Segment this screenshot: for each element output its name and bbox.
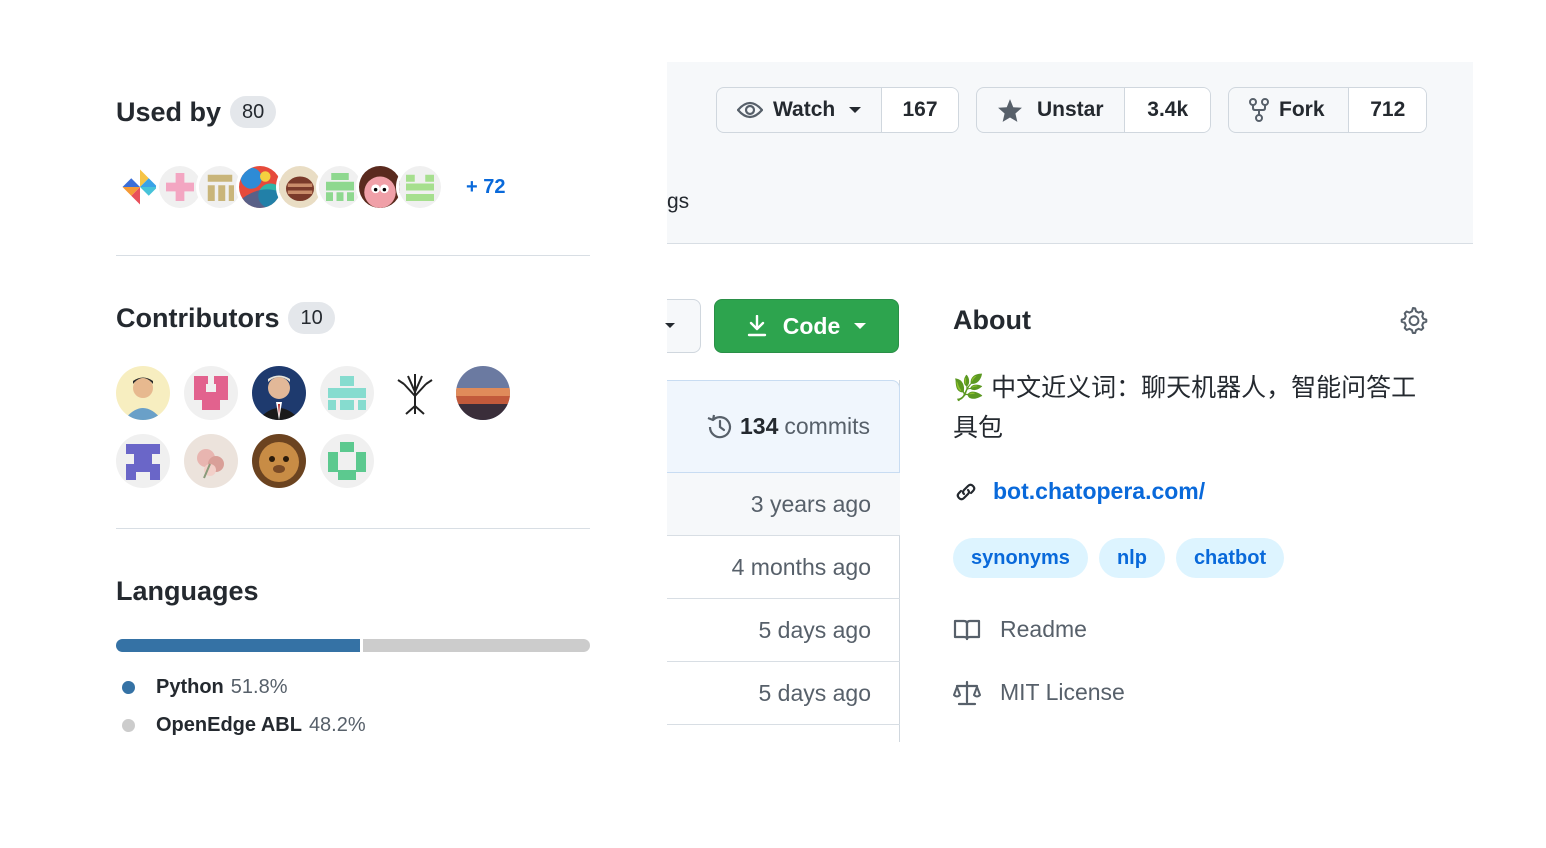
used-by-count: 80: [230, 96, 277, 128]
file-row: 4 months ago: [667, 536, 900, 599]
contributor-tree[interactable]: [388, 366, 442, 420]
book-icon: [953, 618, 981, 642]
used-by-avatars: + 72: [116, 163, 505, 211]
unstar-label: Unstar: [1037, 98, 1104, 121]
language-list: Python 51.8% OpenEdge ABL 48.2%: [122, 668, 366, 744]
topic-tag[interactable]: nlp: [1098, 538, 1165, 578]
used-avatar-green-bars[interactable]: [396, 163, 444, 211]
license-label: MIT License: [1000, 679, 1125, 705]
topic-tag[interactable]: synonyms: [953, 538, 1088, 578]
chevron-down-icon: [665, 323, 675, 328]
language-name: Python: [156, 675, 224, 698]
star-icon: [997, 98, 1023, 123]
repo-description: 🌿 中文近义词：聊天机器人，智能问答工具包: [953, 374, 1417, 442]
fork-count[interactable]: 712: [1348, 88, 1426, 132]
contributors-title: Contributors: [116, 302, 280, 333]
language-bar: [116, 639, 590, 652]
language-bar-segment-openedge: [362, 639, 590, 652]
language-bar-segment-python: [116, 639, 360, 652]
topic-list: synonyms nlp chatbot: [953, 538, 1295, 578]
language-dot: [122, 718, 135, 732]
readme-link[interactable]: Readme: [953, 616, 1087, 643]
code-button[interactable]: Code: [714, 299, 899, 353]
contributor-purple-identicon[interactable]: [116, 434, 170, 488]
law-icon: [953, 680, 981, 706]
language-percent: 51.8%: [230, 675, 288, 698]
contributor-green-identicon[interactable]: [320, 434, 374, 488]
chevron-down-icon: [849, 107, 862, 113]
language-name: OpenEdge ABL: [156, 713, 302, 736]
file-row-age[interactable]: 3 years ago: [751, 491, 871, 518]
license-link[interactable]: MIT License: [953, 679, 1125, 706]
contributor-flowers[interactable]: [184, 434, 238, 488]
fork-button-group: Fork 712: [1228, 87, 1427, 133]
watch-count[interactable]: 167: [881, 88, 958, 132]
contributor-photo-suit[interactable]: [252, 366, 306, 420]
commits-link[interactable]: 134 commits: [667, 380, 900, 473]
language-percent: 48.2%: [308, 713, 366, 736]
fork-label: Fork: [1279, 98, 1325, 121]
commits-count: 134: [740, 413, 779, 439]
watch-button[interactable]: Watch: [717, 88, 881, 132]
used-by-title: Used by: [116, 96, 222, 127]
contributor-lion[interactable]: [252, 434, 306, 488]
history-icon: [706, 413, 734, 441]
divider: [116, 528, 590, 529]
file-row-age[interactable]: 5 days ago: [758, 680, 871, 707]
gear-icon[interactable]: [1398, 305, 1428, 335]
fork-button[interactable]: Fork: [1229, 88, 1348, 132]
file-row-age[interactable]: 4 months ago: [732, 554, 871, 581]
watch-label: Watch: [773, 98, 836, 121]
about-heading: About: [953, 305, 1031, 335]
contributor-teal-identicon[interactable]: [320, 366, 374, 420]
watch-button-group: Watch 167: [716, 87, 959, 133]
file-row: 3 years ago: [667, 473, 900, 536]
eye-icon: [737, 100, 763, 120]
website-url: bot.chatopera.com/: [993, 478, 1206, 504]
website-link[interactable]: bot.chatopera.com/: [953, 478, 1205, 505]
contributors-avatars: [116, 366, 510, 488]
language-dot: [122, 680, 135, 694]
star-count[interactable]: 3.4k: [1124, 88, 1210, 132]
branch-select-fragment[interactable]: [665, 299, 701, 353]
tab-fragment[interactable]: gs: [667, 190, 689, 214]
divider: [116, 255, 590, 256]
language-item-openedge[interactable]: OpenEdge ABL 48.2%: [122, 706, 366, 744]
contributor-pink-identicon[interactable]: [184, 366, 238, 420]
fork-icon: [1249, 98, 1269, 122]
code-label: Code: [782, 312, 841, 339]
contributors-count: 10: [288, 302, 335, 334]
file-row: 5 days ago: [667, 662, 900, 725]
file-row-age[interactable]: 5 days ago: [758, 617, 871, 644]
languages-heading: Languages: [116, 576, 259, 606]
topic-tag[interactable]: chatbot: [1175, 538, 1285, 578]
chevron-down-icon: [854, 323, 867, 329]
star-button-group: Unstar 3.4k: [976, 87, 1211, 133]
language-item-python[interactable]: Python 51.8%: [122, 668, 366, 706]
link-icon: [953, 479, 979, 505]
readme-label: Readme: [1000, 616, 1087, 642]
contributors-heading[interactable]: Contributors 10: [116, 302, 335, 334]
contributor-photo-man[interactable]: [116, 366, 170, 420]
contributor-sunset[interactable]: [456, 366, 510, 420]
commits-label: commits: [784, 413, 870, 439]
file-row: 5 days ago: [667, 599, 900, 662]
file-list: 134 commits 3 years ago 4 months ago 5 d…: [667, 380, 900, 742]
used-by-more-link[interactable]: + 72: [466, 176, 505, 199]
unstar-button[interactable]: Unstar: [977, 88, 1124, 132]
download-icon: [747, 315, 767, 337]
used-by-heading[interactable]: Used by 80: [116, 96, 277, 128]
